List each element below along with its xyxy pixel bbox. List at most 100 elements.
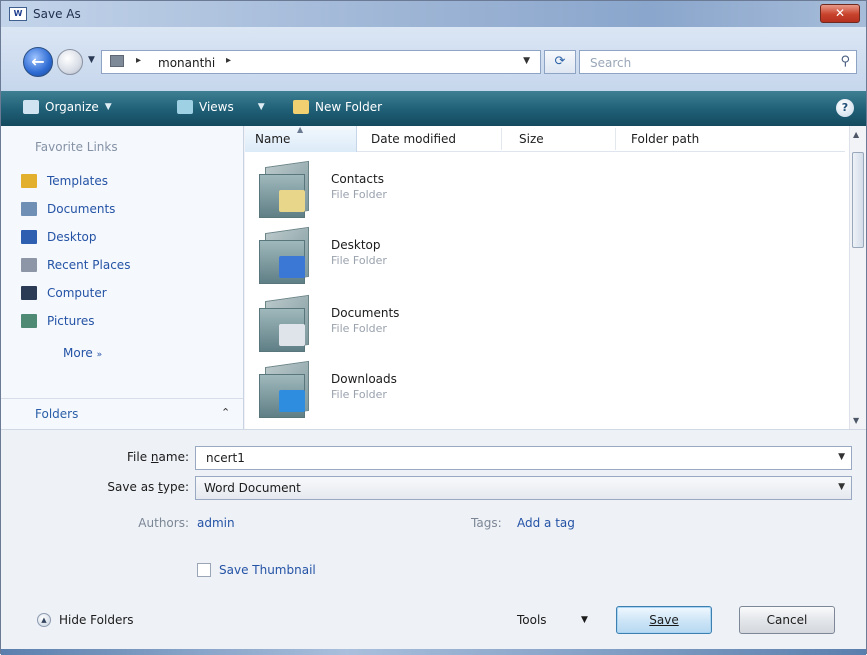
file-type: File Folder: [331, 188, 387, 201]
list-item-contacts[interactable]: Contacts File Folder: [257, 160, 657, 224]
sidebar-item-computer[interactable]: Computer: [21, 286, 107, 300]
breadcrumb[interactable]: ▸ monanthi ▸ ▼: [101, 50, 541, 74]
save-form: File name: ncert1 ▼ Save as type: Word D…: [1, 429, 866, 653]
organize-icon: [23, 100, 39, 114]
save-thumbnail-label[interactable]: Save Thumbnail: [219, 563, 316, 577]
more-label: More: [63, 346, 93, 360]
chevron-up-icon: ⌃: [221, 406, 231, 419]
favorite-links-heading: Favorite Links: [35, 140, 118, 154]
save-as-type-select[interactable]: Word Document ▼: [195, 476, 852, 500]
breadcrumb-item-monanthi[interactable]: monanthi: [158, 56, 215, 70]
sidebar-item-templates[interactable]: Templates: [21, 174, 108, 188]
file-name-value: ncert1: [206, 451, 245, 465]
sidebar-item-recent-places[interactable]: Recent Places: [21, 258, 130, 272]
tags-field[interactable]: Add a tag: [517, 516, 575, 530]
vertical-scrollbar[interactable]: ▲ ▼: [849, 126, 866, 429]
save-thumbnail-checkbox[interactable]: [197, 563, 211, 577]
forward-button[interactable]: [57, 49, 83, 75]
chevron-right-icon[interactable]: ▸: [226, 55, 231, 66]
label-part: ame:: [158, 450, 189, 464]
label-mnemonic: n: [150, 450, 159, 464]
desktop-badge-icon: [279, 256, 305, 278]
contacts-folder-icon: [259, 160, 317, 218]
chevron-down-icon: ▼: [257, 102, 265, 112]
pictures-icon: [21, 314, 37, 328]
file-type: File Folder: [331, 322, 387, 335]
authors-label: Authors:: [138, 516, 189, 530]
sidebar-item-label: Desktop: [47, 230, 97, 244]
chevron-down-icon[interactable]: ▼: [523, 56, 530, 66]
cancel-button[interactable]: Cancel: [739, 606, 835, 634]
new-folder-button[interactable]: New Folder: [293, 100, 382, 114]
file-name-input[interactable]: ncert1 ▼: [195, 446, 852, 470]
organize-button[interactable]: Organize ▼: [23, 100, 112, 114]
column-divider[interactable]: [501, 128, 502, 150]
contacts-badge-icon: [279, 190, 305, 212]
authors-field[interactable]: admin: [197, 516, 235, 530]
file-name: Downloads: [331, 372, 397, 386]
help-icon[interactable]: ?: [836, 99, 854, 117]
refresh-button[interactable]: ⟳: [544, 50, 576, 74]
back-button[interactable]: ←: [23, 47, 53, 77]
word-app-icon: W: [9, 7, 27, 21]
chevron-down-icon[interactable]: ▼: [838, 452, 845, 462]
computer-icon: [21, 286, 37, 300]
search-placeholder: Search: [590, 56, 632, 70]
window-title: Save As: [33, 7, 81, 21]
column-header-date-modified[interactable]: Date modified: [371, 132, 456, 146]
search-input[interactable]: Search ⚲: [579, 50, 857, 74]
save-button[interactable]: Save: [616, 606, 712, 634]
folders-toggle[interactable]: Folders ⌃: [1, 398, 243, 428]
views-icon: [177, 100, 193, 114]
folder-icon: [110, 55, 124, 67]
new-folder-label: New Folder: [315, 100, 383, 114]
desktop-icon: [21, 230, 37, 244]
column-header-folder-path[interactable]: Folder path: [631, 132, 699, 146]
sidebar-item-documents[interactable]: Documents: [21, 202, 115, 216]
navigation-pane: Favorite Links Templates Documents Deskt…: [1, 126, 244, 429]
title-bar: W Save As ✕: [1, 1, 866, 27]
more-link[interactable]: More »: [63, 346, 102, 360]
column-header-name[interactable]: ▲ Name: [245, 125, 357, 152]
new-folder-icon: [293, 100, 309, 114]
file-name-label: File name:: [101, 450, 189, 464]
chevron-right-icon[interactable]: ▸: [136, 55, 141, 66]
views-button[interactable]: Views ▼: [177, 100, 265, 114]
label-part: Save as: [107, 480, 159, 494]
scroll-up-arrow-icon[interactable]: ▲: [853, 130, 859, 139]
file-name: Desktop: [331, 238, 381, 252]
hide-folders-button[interactable]: ▲ Hide Folders: [37, 613, 134, 627]
hide-folders-label: Hide Folders: [59, 613, 134, 627]
sidebar-item-desktop[interactable]: Desktop: [21, 230, 97, 244]
tags-label: Tags:: [471, 516, 502, 530]
column-header-size[interactable]: Size: [519, 132, 544, 146]
sort-arrow-icon: ▲: [297, 125, 304, 134]
command-toolbar: Organize ▼ Views ▼ New Folder ?: [1, 91, 866, 126]
chevron-down-icon[interactable]: ▼: [581, 615, 588, 625]
list-item-desktop[interactable]: Desktop File Folder: [257, 226, 657, 290]
save-as-dialog: W Save As ✕ ← ▼ ▸ monanthi ▸ ▼ ⟳ Search …: [0, 0, 867, 655]
label-part: ype:: [162, 480, 189, 494]
search-icon: ⚲: [840, 54, 850, 69]
templates-folder-icon: [21, 174, 37, 188]
documents-icon: [21, 202, 37, 216]
sidebar-item-label: Recent Places: [47, 258, 131, 272]
list-item-documents[interactable]: Documents File Folder: [257, 294, 657, 358]
chevron-down-icon: ▼: [838, 482, 845, 492]
chevron-double-right-icon: »: [96, 350, 103, 360]
documents-folder-icon: [259, 294, 317, 352]
scroll-down-arrow-icon[interactable]: ▼: [853, 416, 859, 425]
close-button[interactable]: ✕: [820, 4, 860, 23]
chevron-down-icon: ▼: [104, 102, 112, 112]
scrollbar-thumb[interactable]: [852, 152, 864, 248]
sidebar-item-pictures[interactable]: Pictures: [21, 314, 95, 328]
address-bar: ← ▼ ▸ monanthi ▸ ▼ ⟳ Search ⚲: [1, 27, 866, 91]
sidebar-item-label: Documents: [47, 202, 116, 216]
list-item-downloads[interactable]: Downloads File Folder: [257, 360, 657, 424]
file-list: ▲ Name Date modified Size Folder path Co…: [245, 125, 866, 429]
tools-button[interactable]: Tools: [517, 613, 547, 627]
window-bottom-border: [1, 649, 866, 655]
column-divider[interactable]: [615, 128, 616, 150]
recent-pages-dropdown[interactable]: ▼: [88, 55, 95, 65]
downloads-badge-icon: [279, 390, 305, 412]
